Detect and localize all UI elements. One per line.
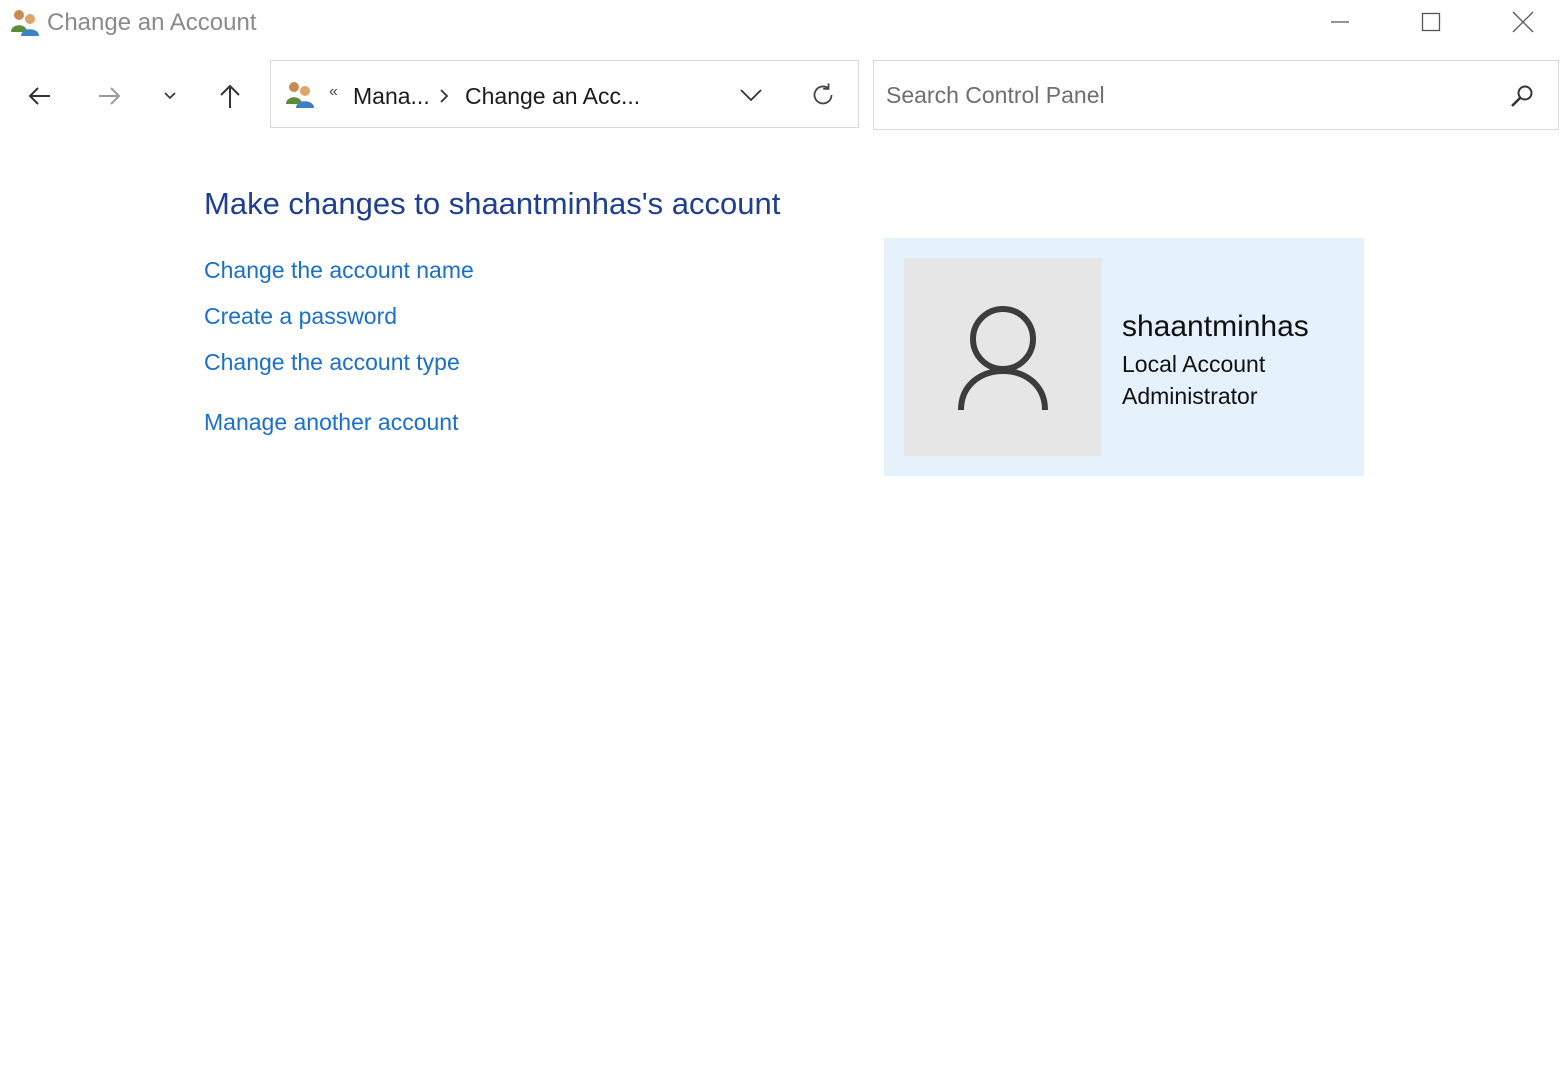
- change-account-type-link[interactable]: Change the account type: [204, 347, 460, 377]
- maximize-button[interactable]: [1385, 0, 1477, 44]
- close-icon: [1512, 11, 1534, 33]
- address-bar[interactable]: « Mana... Change an Acc...: [270, 60, 859, 128]
- address-dropdown-button[interactable]: [731, 77, 771, 113]
- chevron-down-icon: [164, 92, 176, 100]
- user-accounts-icon: [11, 10, 39, 36]
- search-input[interactable]: [886, 77, 1486, 113]
- create-password-link[interactable]: Create a password: [204, 301, 397, 331]
- title-bar: Change an Account: [0, 0, 1566, 46]
- breadcrumb-change-an-account[interactable]: Change an Acc...: [465, 81, 640, 111]
- up-button[interactable]: [208, 74, 252, 118]
- account-type: Local Account: [1122, 351, 1266, 377]
- search-box[interactable]: [873, 60, 1559, 130]
- breadcrumb-overflow[interactable]: «: [329, 83, 338, 101]
- page-title: Make changes to shaantminhas's account: [204, 186, 781, 221]
- control-panel-window: Change an Account « Mana... Change an Ac…: [0, 0, 1566, 1080]
- search-button[interactable]: [1502, 77, 1542, 117]
- recent-locations-button[interactable]: [148, 74, 192, 118]
- account-card: shaantminhas Local Account Administrator: [884, 238, 1364, 476]
- minimize-button[interactable]: [1294, 0, 1386, 44]
- chevron-down-icon: [740, 89, 762, 102]
- chevron-right-icon[interactable]: [437, 87, 451, 105]
- manage-another-account-link[interactable]: Manage another account: [204, 407, 458, 437]
- arrow-left-icon: [28, 87, 50, 105]
- maximize-icon: [1421, 12, 1441, 32]
- close-button[interactable]: [1477, 0, 1566, 44]
- account-role: Administrator: [1122, 383, 1258, 409]
- breadcrumb-manage-accounts[interactable]: Mana...: [353, 81, 430, 111]
- account-name: shaantminhas: [1122, 310, 1309, 343]
- forward-button[interactable]: [87, 74, 131, 118]
- window-title: Change an Account: [47, 9, 257, 36]
- back-button[interactable]: [18, 74, 62, 118]
- arrow-right-icon: [99, 87, 121, 105]
- user-accounts-icon: [286, 82, 314, 108]
- refresh-button[interactable]: [803, 75, 843, 115]
- minimize-icon: [1331, 21, 1349, 23]
- user-avatar-icon: [958, 306, 1048, 411]
- refresh-icon: [813, 83, 833, 105]
- change-account-name-link[interactable]: Change the account name: [204, 255, 474, 285]
- avatar: [904, 258, 1102, 456]
- search-icon: [1511, 85, 1533, 107]
- arrow-up-icon: [220, 84, 240, 108]
